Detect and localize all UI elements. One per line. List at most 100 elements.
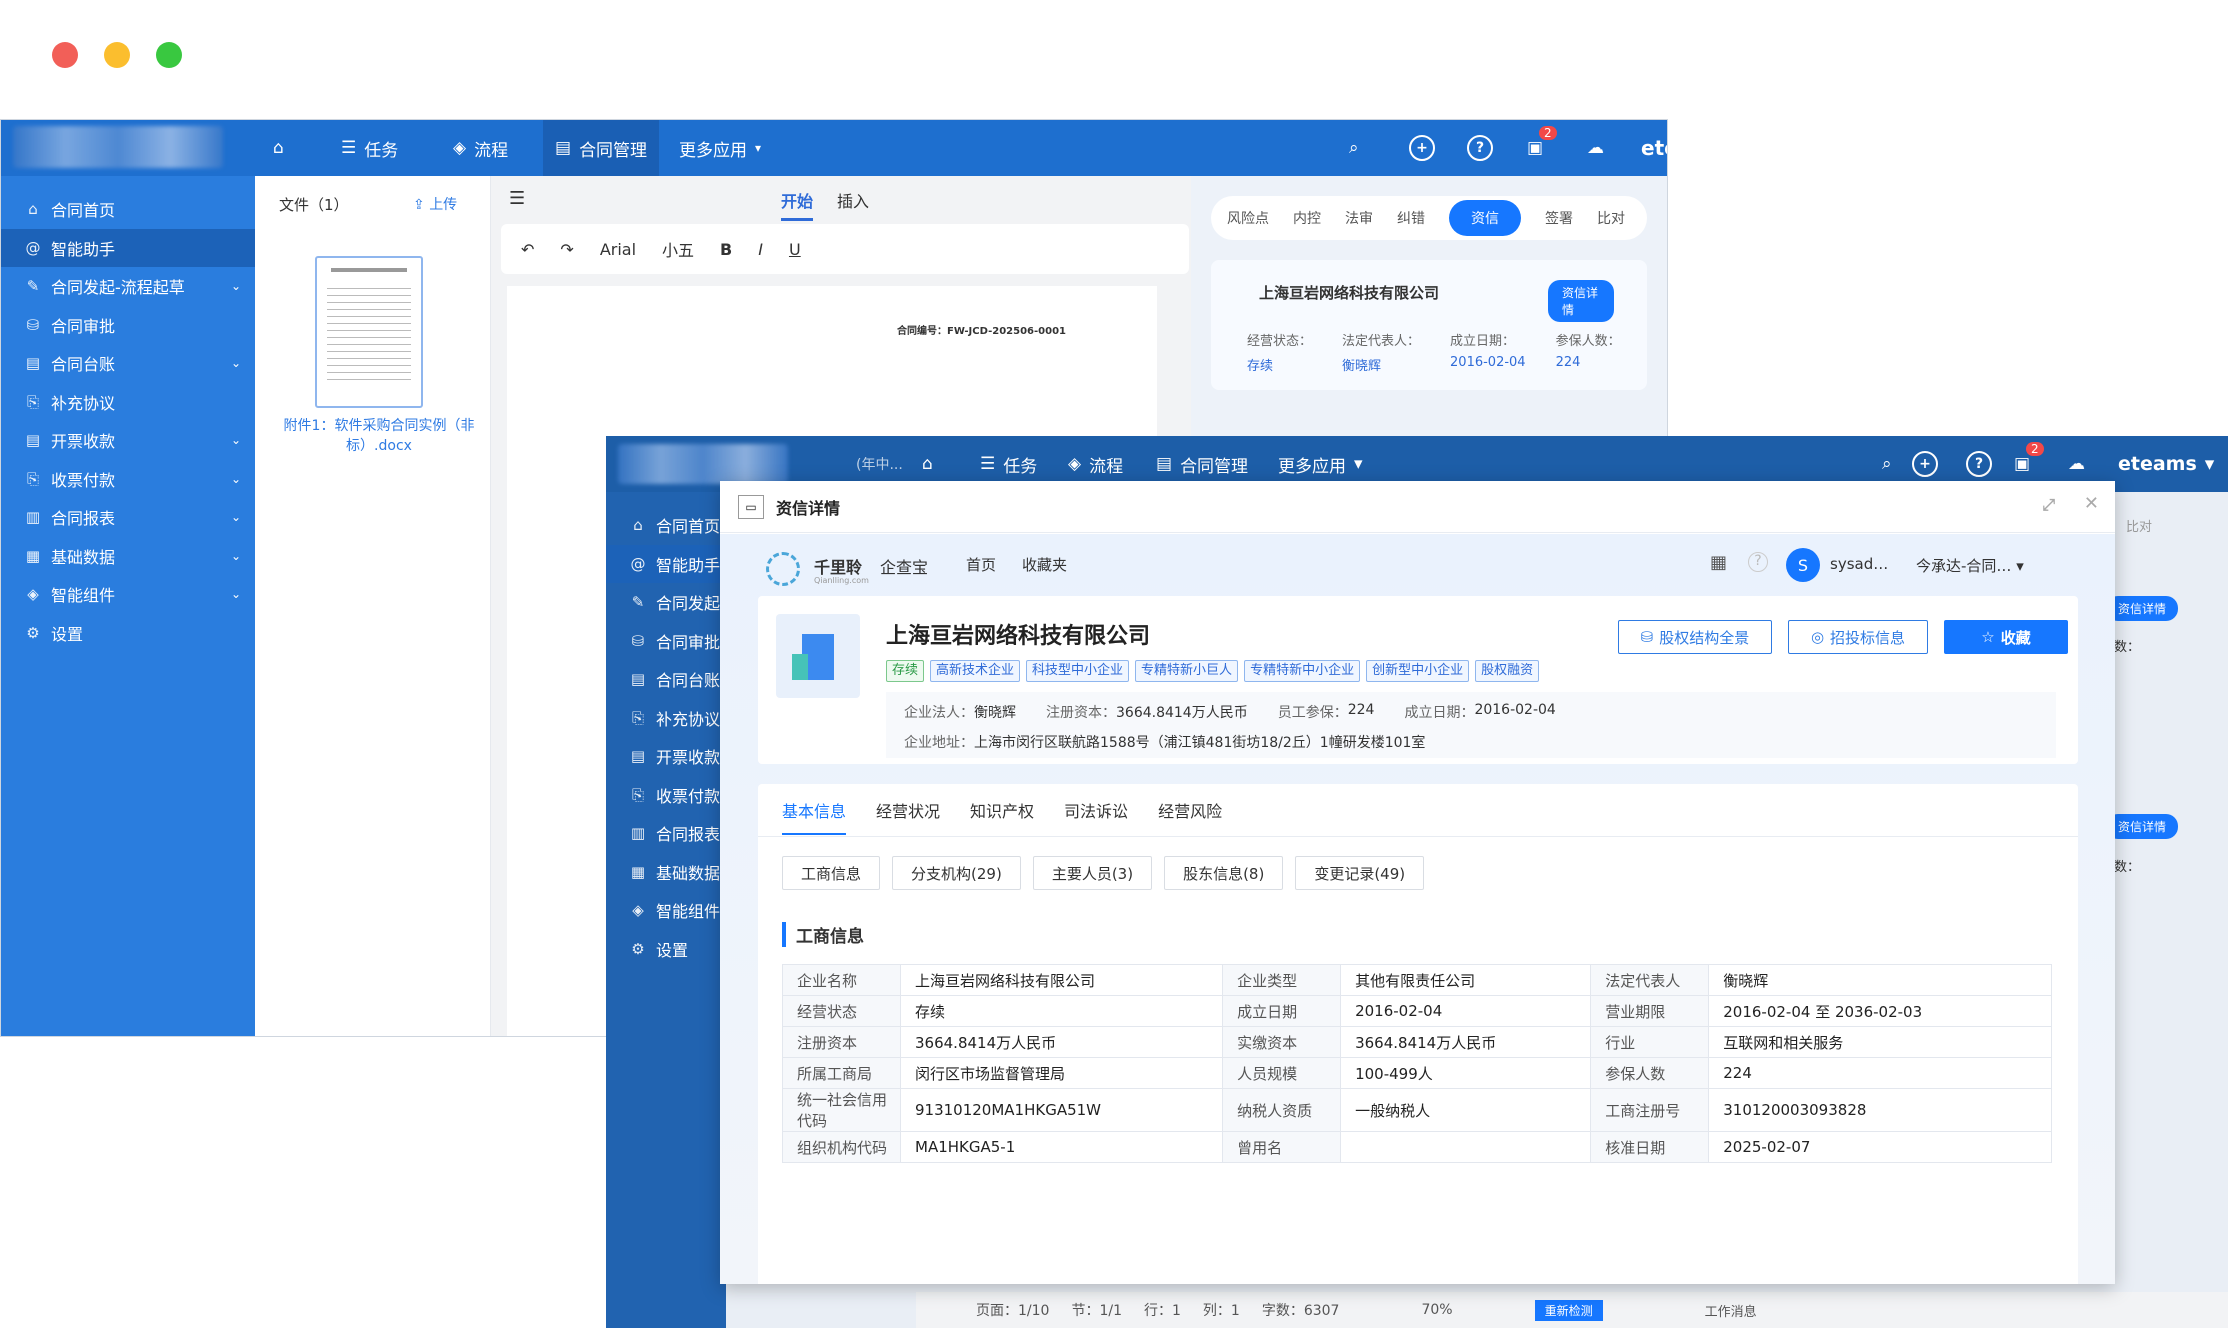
search-icon[interactable]: ⌕ (1349, 120, 1359, 176)
sidebar-item-2[interactable]: @ 智能助手 (606, 544, 726, 583)
sub-tab[interactable]: 主要人员(3) (1032, 856, 1153, 890)
minimize-dot[interactable] (104, 42, 130, 68)
detail-tab[interactable]: 基本信息 (782, 802, 847, 835)
chevron-down-icon[interactable]: ⌄ (231, 510, 241, 524)
nav-home[interactable]: ⌂ (273, 120, 284, 176)
bidding-info-button[interactable]: ◎ 招投标信息 (1788, 620, 1928, 654)
sidebar-item-9[interactable]: ▥ 合同报表 ⌄ (1, 498, 255, 537)
chevron-down-icon[interactable]: ⌄ (231, 587, 241, 601)
detail-tab[interactable]: 经营风险 (1158, 802, 1222, 821)
sidebar-item-12[interactable]: ⚙ 设置 (606, 930, 726, 969)
sidebar-item-1[interactable]: ⌂ 合同首页 (1, 190, 255, 229)
sidebar-item-10[interactable]: ▦ 基础数据 (606, 853, 726, 892)
sub-tab[interactable]: 分支机构(29) (892, 856, 1021, 890)
sidebar-item-7[interactable]: ▤ 开票收款 ⌄ (1, 421, 255, 460)
chevron-down-icon[interactable]: ⌄ (231, 549, 241, 563)
font-select[interactable]: Arial (600, 240, 636, 259)
brand[interactable]: eteams (1641, 120, 1667, 176)
sidebar-item-5[interactable]: ▤ 合同台账 (606, 660, 726, 699)
compare-tab[interactable]: 比对 (2126, 516, 2152, 535)
sidebar-item-7[interactable]: ▤ 开票收款 (606, 737, 726, 776)
sidebar-item-4[interactable]: ⛁ 合同审批 (606, 622, 726, 661)
sidebar-item-11[interactable]: ◈ 智能组件 (606, 891, 726, 930)
nav-flow[interactable]: ◈ 流程 (453, 120, 508, 176)
sub-tab[interactable]: 变更记录(49) (1295, 856, 1425, 890)
risk-tab[interactable]: 内控 (1293, 208, 1321, 228)
chevron-down-icon[interactable]: ⌄ (231, 433, 241, 447)
close-dot[interactable] (52, 42, 78, 68)
recheck-button[interactable]: 重新检测 (1534, 1299, 1603, 1321)
file-thumbnail[interactable] (315, 256, 423, 408)
redo-icon[interactable]: ↷ (560, 240, 573, 259)
sidebar-item-4[interactable]: ⛁ 合同审批 (1, 306, 255, 345)
sidebar-item-3[interactable]: ✎ 合同发起-流程起草 ⌄ (1, 267, 255, 306)
favorite-button[interactable]: ☆ 收藏 (1944, 620, 2068, 654)
risk-tab[interactable]: 签署 (1545, 208, 1573, 228)
risk-tab[interactable]: 纠错 (1397, 208, 1425, 228)
table-key: 实缴资本 (1222, 1026, 1342, 1058)
nav-tasks[interactable]: ☰ 任务 (341, 120, 398, 176)
sub-tab[interactable]: 股东信息(8) (1164, 856, 1284, 890)
org-select[interactable]: 今承达-合同… ▾ (1916, 555, 2024, 576)
expand-icon[interactable]: ⤢ (2042, 495, 2055, 515)
company-tag: 创新型中小企业 (1366, 660, 1470, 682)
qcc-home-link[interactable]: 首页 (966, 554, 996, 575)
nav-contract[interactable]: ▤ 合同管理 (543, 120, 660, 176)
avatar[interactable]: S (1786, 548, 1820, 582)
message-icon[interactable]: ▣ 2 (1527, 120, 1557, 176)
sidebar-item-1[interactable]: ⌂ 合同首页 (606, 506, 726, 545)
chevron-down-icon[interactable]: ⌄ (231, 472, 241, 486)
risk-tab[interactable]: 比对 (1597, 208, 1625, 228)
size-select[interactable]: 小五 (662, 237, 694, 261)
sidebar-item-5[interactable]: ▤ 合同台账 ⌄ (1, 344, 255, 383)
add-icon[interactable]: + (1409, 120, 1435, 176)
work-message[interactable]: 工作消息 (1705, 1301, 1757, 1320)
sidebar-item-8[interactable]: ⎘ 收票付款 ⌄ (1, 460, 255, 499)
peek-label2: 数： (2114, 860, 2141, 875)
sub-tab[interactable]: 工商信息 (782, 856, 881, 890)
table-key: 曾用名 (1222, 1131, 1342, 1163)
file-name[interactable]: 附件1：软件采购合同实例（非标）.docx (279, 416, 479, 456)
tab-insert[interactable]: 插入 (837, 188, 869, 212)
risk-tab[interactable]: 法审 (1345, 208, 1373, 228)
grid-icon[interactable]: ▦ (1710, 552, 1727, 573)
close-icon[interactable]: ✕ (2084, 493, 2099, 514)
zoom-level[interactable]: 70% (1421, 1302, 1452, 1318)
sidebar-item-8[interactable]: ⎘ 收票付款 (606, 776, 726, 815)
italic-icon[interactable]: I (758, 240, 763, 259)
detail-tab[interactable]: 司法诉讼 (1064, 802, 1128, 821)
sidebar-item-11[interactable]: ◈ 智能组件 ⌄ (1, 575, 255, 614)
brand[interactable]: eteams ▾ (2118, 436, 2214, 492)
risk-tab[interactable]: 资信 (1449, 200, 1521, 236)
risk-tab[interactable]: 风险点 (1227, 208, 1269, 228)
credit-detail-button-peek2[interactable]: 资信详情 (2106, 814, 2179, 839)
nav-more[interactable]: 更多应用 ▾ (679, 120, 761, 176)
detail-tab[interactable]: 经营状况 (876, 802, 940, 821)
sidebar-item-9[interactable]: ▥ 合同报表 (606, 814, 726, 853)
help-icon[interactable]: ? (1467, 120, 1493, 176)
qcc-favorites-link[interactable]: 收藏夹 (1022, 554, 1067, 575)
upload-link[interactable]: ⇪ 上传 (413, 194, 457, 214)
cloud-icon[interactable]: ☁ (1587, 120, 1604, 176)
tab-start[interactable]: 开始 (781, 188, 814, 221)
bold-icon[interactable]: B (720, 240, 732, 259)
maximize-dot[interactable] (156, 42, 182, 68)
chevron-down-icon[interactable]: ⌄ (231, 356, 241, 370)
help-icon[interactable]: ? (1748, 552, 1768, 572)
sidebar-item-3[interactable]: ✎ 合同发起- (606, 583, 726, 622)
undo-icon[interactable]: ↶ (521, 240, 534, 259)
equity-structure-button[interactable]: ⛁ 股权结构全景 (1618, 620, 1772, 654)
sidebar-item-2[interactable]: @ 智能助手 (1, 228, 255, 267)
sidebar-item-6[interactable]: ⎘ 补充协议 (1, 383, 255, 422)
user-name[interactable]: sysad… (1830, 555, 1888, 573)
sidebar-item-12[interactable]: ⚙ 设置 (1, 614, 255, 653)
underline-icon[interactable]: U (789, 240, 801, 259)
credit-detail-button[interactable]: 资信详情 (1548, 280, 1614, 322)
menu-icon[interactable]: ☰ (509, 188, 525, 209)
sidebar-item-6[interactable]: ⎘ 补充协议 (606, 699, 726, 738)
chevron-down-icon[interactable]: ⌄ (231, 279, 241, 293)
detail-tab[interactable]: 知识产权 (970, 802, 1034, 821)
table-key: 营业期限 (1590, 995, 1710, 1027)
credit-detail-button-peek[interactable]: 资信详情 (2106, 596, 2179, 621)
sidebar-item-10[interactable]: ▦ 基础数据 ⌄ (1, 537, 255, 576)
